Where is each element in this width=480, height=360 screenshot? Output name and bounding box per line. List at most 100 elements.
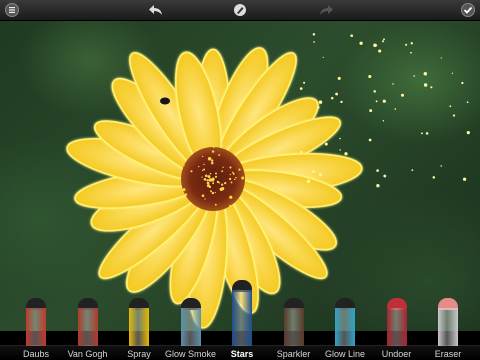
sparkle bbox=[183, 164, 185, 167]
sparkle bbox=[368, 74, 372, 79]
sparkle bbox=[299, 87, 303, 90]
sparkle bbox=[210, 161, 214, 165]
brush-undoer[interactable]: Undoer bbox=[373, 280, 421, 360]
sparkle bbox=[330, 96, 334, 100]
sparkle bbox=[198, 165, 200, 168]
sparkle bbox=[241, 176, 245, 180]
brush-pen-icon bbox=[438, 298, 458, 346]
sparkle bbox=[229, 166, 232, 169]
sparkle bbox=[238, 168, 241, 171]
sparkle bbox=[204, 198, 206, 200]
brush-eraser[interactable]: Eraser bbox=[424, 280, 472, 360]
sparkle bbox=[378, 49, 382, 53]
redo-arrow-icon[interactable] bbox=[318, 2, 334, 18]
sparkle bbox=[381, 40, 385, 43]
sparkle bbox=[440, 57, 442, 59]
sparkle bbox=[195, 147, 199, 152]
sparkle bbox=[201, 194, 205, 197]
sparkle bbox=[313, 41, 315, 43]
sparkle bbox=[211, 177, 215, 181]
sparkle bbox=[204, 174, 208, 178]
sparkle bbox=[220, 183, 224, 186]
sparkle bbox=[201, 176, 203, 178]
sparkle bbox=[237, 156, 240, 159]
sparkle bbox=[368, 138, 372, 142]
top-toolbar bbox=[0, 0, 480, 21]
sparkle bbox=[405, 43, 408, 46]
brush-van-gogh[interactable]: Van Gogh bbox=[64, 280, 112, 360]
brush-label: Eraser bbox=[434, 349, 462, 359]
sparkle bbox=[382, 99, 386, 103]
brush-picker-icon[interactable] bbox=[232, 2, 248, 18]
sparkle bbox=[235, 176, 237, 179]
sparkle bbox=[319, 173, 322, 177]
sparkle bbox=[203, 168, 206, 171]
sparkle bbox=[373, 90, 376, 93]
sparkle bbox=[335, 92, 339, 96]
sparkle bbox=[350, 34, 354, 38]
brush-pen-icon bbox=[232, 280, 252, 346]
sparkle bbox=[218, 182, 221, 184]
brush-glow-smoke[interactable]: Glow Smoke bbox=[165, 280, 216, 360]
sparkle bbox=[229, 204, 232, 208]
sparkle bbox=[449, 105, 452, 108]
sparkle bbox=[339, 149, 341, 151]
sparkle bbox=[382, 119, 385, 122]
brush-pen-icon bbox=[129, 298, 149, 346]
sparkle bbox=[376, 169, 379, 172]
sparkle bbox=[190, 170, 193, 173]
sparkle bbox=[206, 181, 210, 185]
sparkle bbox=[440, 165, 442, 167]
sparkle bbox=[214, 203, 217, 206]
sparkle bbox=[207, 156, 212, 161]
sparkle bbox=[383, 174, 387, 178]
sparkle bbox=[376, 184, 380, 188]
sparkle bbox=[202, 155, 204, 158]
sparkle bbox=[306, 179, 311, 184]
undo-arrow-icon[interactable] bbox=[148, 2, 164, 18]
brush-pen-icon bbox=[335, 298, 355, 346]
checkmark-icon[interactable] bbox=[460, 2, 476, 18]
sparkle bbox=[203, 178, 207, 181]
brush-stars[interactable]: Stars bbox=[218, 280, 266, 360]
sparkle bbox=[340, 100, 343, 104]
sparkle bbox=[324, 142, 328, 146]
brush-sparkler[interactable]: Sparkler bbox=[270, 280, 318, 360]
sparkle bbox=[211, 191, 215, 195]
sparkle bbox=[410, 42, 413, 45]
sparkle bbox=[369, 109, 373, 113]
sparkle bbox=[206, 179, 209, 182]
sparkle bbox=[339, 137, 341, 140]
sparkle bbox=[212, 145, 215, 148]
sparkle bbox=[359, 41, 363, 45]
bug bbox=[160, 97, 170, 105]
sparkle bbox=[423, 83, 428, 87]
sparkle bbox=[337, 76, 341, 80]
sparkle bbox=[229, 173, 232, 176]
brush-spray[interactable]: Spray bbox=[115, 280, 163, 360]
brush-pen-icon bbox=[386, 298, 407, 346]
sparkle bbox=[466, 131, 470, 135]
brush-glow-line[interactable]: Glow Line bbox=[321, 280, 369, 360]
sparkle bbox=[207, 175, 211, 179]
sparkle bbox=[232, 171, 234, 174]
brush-tray: Daubs Van Gogh Spray Glow Smoke Stars Sparkle… bbox=[0, 280, 480, 360]
sparkle bbox=[211, 150, 215, 153]
sparkle bbox=[221, 170, 224, 173]
sparkle bbox=[432, 176, 436, 179]
brush-pen-icon bbox=[26, 298, 46, 346]
brush-daubs[interactable]: Daubs bbox=[12, 280, 60, 360]
sparkle bbox=[383, 38, 385, 41]
sparkle bbox=[461, 81, 464, 85]
sparkle bbox=[222, 166, 224, 168]
sparkle bbox=[214, 175, 218, 178]
sparkle bbox=[410, 51, 412, 54]
sparkle bbox=[233, 178, 236, 181]
menu-icon[interactable] bbox=[4, 2, 20, 18]
sparkle bbox=[201, 169, 204, 172]
brush-pen-icon bbox=[77, 298, 98, 346]
sparkle bbox=[209, 172, 212, 175]
sparkle bbox=[317, 106, 320, 109]
sparkle bbox=[312, 170, 315, 173]
sparkle bbox=[303, 81, 306, 84]
